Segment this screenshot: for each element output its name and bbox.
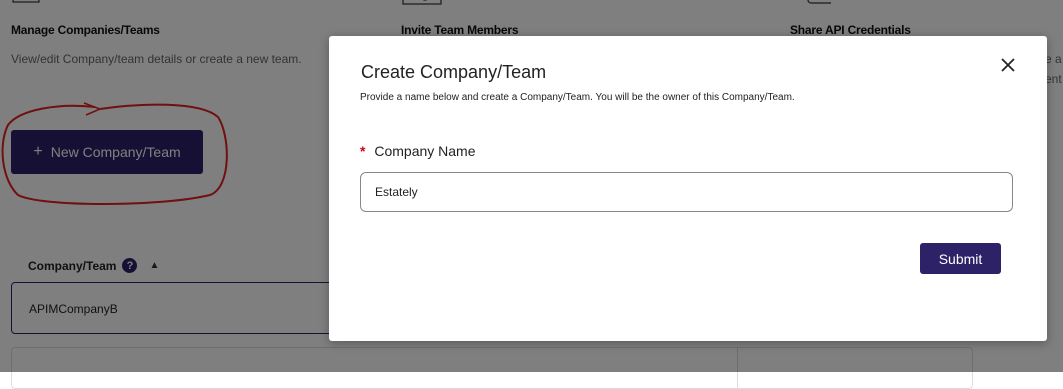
company-name-label: * Company Name <box>360 143 476 159</box>
modal-subtitle: Provide a name below and create a Compan… <box>360 92 795 103</box>
field-label-text: Company Name <box>374 143 476 159</box>
close-icon <box>1001 58 1015 72</box>
company-name-input[interactable] <box>360 172 1013 212</box>
create-company-modal: Create Company/Team Provide a name below… <box>329 36 1047 341</box>
modal-title: Create Company/Team <box>361 62 547 82</box>
required-indicator: * <box>360 143 366 159</box>
close-button[interactable] <box>998 55 1018 75</box>
submit-button[interactable]: Submit <box>920 243 1001 274</box>
